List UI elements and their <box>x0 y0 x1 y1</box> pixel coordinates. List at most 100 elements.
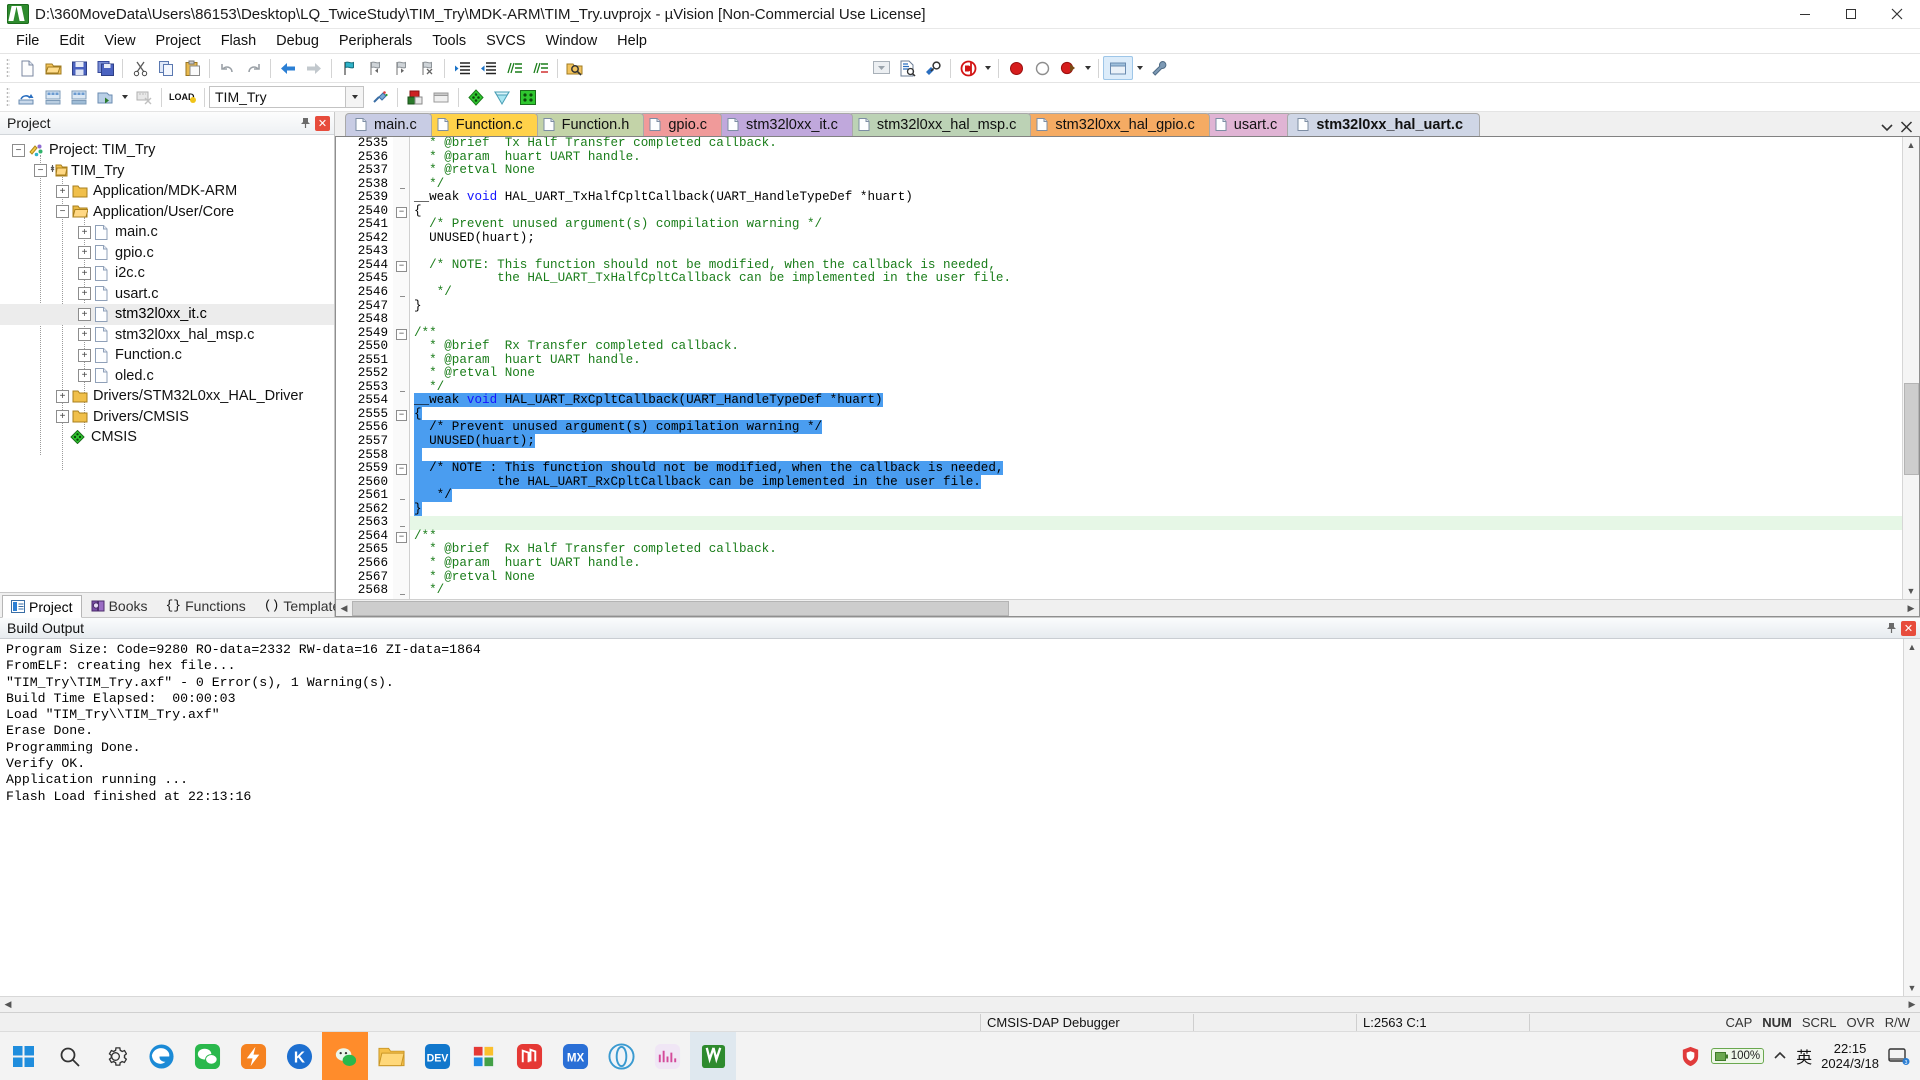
scroll-right-arrow-icon[interactable]: ▶ <box>1904 997 1920 1012</box>
fold-collapse-icon[interactable]: − <box>396 328 407 340</box>
debug-session-icon[interactable] <box>955 56 981 80</box>
code-line[interactable]: * @retval None <box>410 367 1902 381</box>
previous-bookmark-icon[interactable] <box>362 56 388 80</box>
kill-breakpoints-icon[interactable] <box>1055 56 1081 80</box>
toggle-bookmark-icon[interactable] <box>336 56 362 80</box>
code-line[interactable]: */ <box>410 488 1902 503</box>
code-line[interactable]: /* NOTE: This function should not be mod… <box>410 258 1902 273</box>
tree-item-drivers-stm32l0xx-hal-driver[interactable]: + Drivers/STM32L0xx_HAL_Driver <box>0 386 334 407</box>
manage-run-time-env-icon[interactable] <box>428 85 454 109</box>
editor-tab-stm32l0xx-hal-msp-c[interactable]: stm32l0xx_hal_msp.c <box>847 113 1032 136</box>
expand-toggle-icon[interactable]: + <box>78 369 91 383</box>
fold-collapse-icon[interactable]: − <box>396 260 407 272</box>
maximize-button[interactable] <box>1828 0 1874 28</box>
expand-toggle-icon[interactable]: + <box>78 246 91 260</box>
horizontal-scroll-thumb[interactable] <box>352 600 1009 616</box>
notifications-icon[interactable]: 3 <box>1888 1046 1910 1066</box>
indent-right-icon[interactable] <box>449 56 475 80</box>
fold-collapse-icon[interactable]: − <box>396 531 407 543</box>
configure-icon[interactable] <box>1146 56 1172 80</box>
expand-toggle-icon[interactable]: + <box>78 307 91 321</box>
clock[interactable]: 22:15 2024/3/18 <box>1821 1041 1879 1071</box>
editor-tab-function-c[interactable]: Function.c <box>426 113 538 136</box>
scroll-right-arrow-icon[interactable]: ▶ <box>1903 600 1919 616</box>
collapse-toggle-icon[interactable]: − <box>56 205 69 219</box>
toolbar-grip[interactable] <box>6 87 10 107</box>
security-shield-icon[interactable] <box>1679 1045 1702 1068</box>
navigate-back-icon[interactable] <box>275 56 301 80</box>
collapse-toggle-icon[interactable]: − <box>12 143 25 157</box>
menu-file[interactable]: File <box>6 31 49 51</box>
code-line[interactable]: * @brief Rx Half Transfer completed call… <box>410 543 1902 557</box>
close-button[interactable] <box>1874 0 1920 28</box>
download-icon[interactable]: LOAD <box>166 85 200 109</box>
menu-view[interactable]: View <box>94 31 145 51</box>
expand-toggle-icon[interactable]: + <box>56 184 69 198</box>
netease-music-icon[interactable] <box>506 1032 552 1080</box>
editor-tab-function-h[interactable]: Function.h <box>532 113 645 136</box>
code-line[interactable]: * @param huart UART handle. <box>410 556 1902 571</box>
code-line[interactable]: /** <box>410 326 1902 341</box>
scroll-down-arrow-icon[interactable]: ▼ <box>1904 583 1919 599</box>
pack-installer-icon[interactable] <box>463 85 489 109</box>
fold-collapse-icon[interactable]: − <box>396 410 407 421</box>
undo-icon[interactable] <box>214 56 240 80</box>
code-line[interactable] <box>410 245 1902 259</box>
wechat-devtool-icon[interactable] <box>322 1032 368 1080</box>
tree-item-oled-c[interactable]: + oled.c <box>0 366 334 387</box>
stop-build-icon[interactable] <box>131 85 157 109</box>
code-line[interactable]: */ <box>410 177 1902 192</box>
open-file-icon[interactable] <box>40 56 66 80</box>
menu-svcs[interactable]: SVCS <box>476 31 536 51</box>
tree-item-stm32l0xx-it-c[interactable]: + stm32l0xx_it.c <box>0 304 334 325</box>
scroll-up-arrow-icon[interactable]: ▲ <box>1905 639 1920 655</box>
opera-icon[interactable] <box>598 1032 644 1080</box>
file-explorer-icon[interactable] <box>368 1032 414 1080</box>
keil-uvision-icon[interactable] <box>690 1032 736 1080</box>
comment-lines-icon[interactable] <box>501 56 527 80</box>
code-line[interactable]: /* Prevent unused argument(s) compilatio… <box>410 420 1902 435</box>
mx-browser-icon[interactable]: MX <box>552 1032 598 1080</box>
thunder-download-icon[interactable] <box>230 1032 276 1080</box>
code-line[interactable]: /* NOTE : This function should not be mo… <box>410 461 1902 476</box>
menu-peripherals[interactable]: Peripherals <box>329 31 422 51</box>
code-line[interactable]: */ <box>410 583 1902 598</box>
code-line[interactable]: the HAL_UART_RxCpltCallback can be imple… <box>410 474 1902 490</box>
navigate-forward-icon[interactable] <box>301 56 327 80</box>
settings-icon[interactable] <box>92 1032 138 1080</box>
breakpoint-icon[interactable] <box>1003 56 1029 80</box>
code-line[interactable]: UNUSED(huart); <box>410 231 1902 246</box>
disable-breakpoint-icon[interactable] <box>1029 56 1055 80</box>
code-line[interactable]: /** <box>410 529 1902 544</box>
target-selector[interactable]: TIM_Try <box>209 86 346 108</box>
tree-item-drivers-cmsis[interactable]: + Drivers/CMSIS <box>0 407 334 428</box>
indent-left-icon[interactable] <box>475 56 501 80</box>
code-line[interactable] <box>410 313 1902 327</box>
code-line[interactable]: * @retval None <box>410 570 1902 585</box>
manage-components-icon[interactable] <box>1103 56 1133 80</box>
quark-icon[interactable] <box>460 1032 506 1080</box>
kugou-music-icon[interactable]: K <box>276 1032 322 1080</box>
tree-item-application-mdk-arm[interactable]: + Application/MDK-ARM <box>0 181 334 202</box>
close-icon[interactable]: ✕ <box>1901 620 1916 636</box>
save-icon[interactable] <box>66 56 92 80</box>
start-button-icon[interactable] <box>0 1032 46 1080</box>
code-line[interactable]: the HAL_UART_TxHalfCpltCallback can be i… <box>410 272 1902 286</box>
expand-toggle-icon[interactable]: + <box>78 266 91 280</box>
scroll-down-arrow-icon[interactable]: ▼ <box>1905 980 1920 996</box>
manage-pack-icon[interactable] <box>515 85 541 109</box>
next-bookmark-icon[interactable] <box>388 56 414 80</box>
tree-item-tim-try[interactable]: − TIM_Try <box>0 161 334 182</box>
tab-list-icon[interactable] <box>1880 121 1894 133</box>
code-line[interactable]: { <box>410 406 1902 422</box>
collapse-toggle-icon[interactable]: − <box>34 164 47 178</box>
tree-item-cmsis[interactable]: CMSIS <box>0 427 334 448</box>
build-target-icon[interactable] <box>40 85 66 109</box>
code-line[interactable]: } <box>410 299 1902 314</box>
menu-debug[interactable]: Debug <box>266 31 329 51</box>
tree-item-i2c-c[interactable]: + i2c.c <box>0 263 334 284</box>
menu-tools[interactable]: Tools <box>422 31 476 51</box>
expand-toggle-icon[interactable]: + <box>78 348 91 362</box>
tab-books[interactable]: Books <box>82 594 157 617</box>
fold-collapse-icon[interactable]: − <box>396 464 407 476</box>
